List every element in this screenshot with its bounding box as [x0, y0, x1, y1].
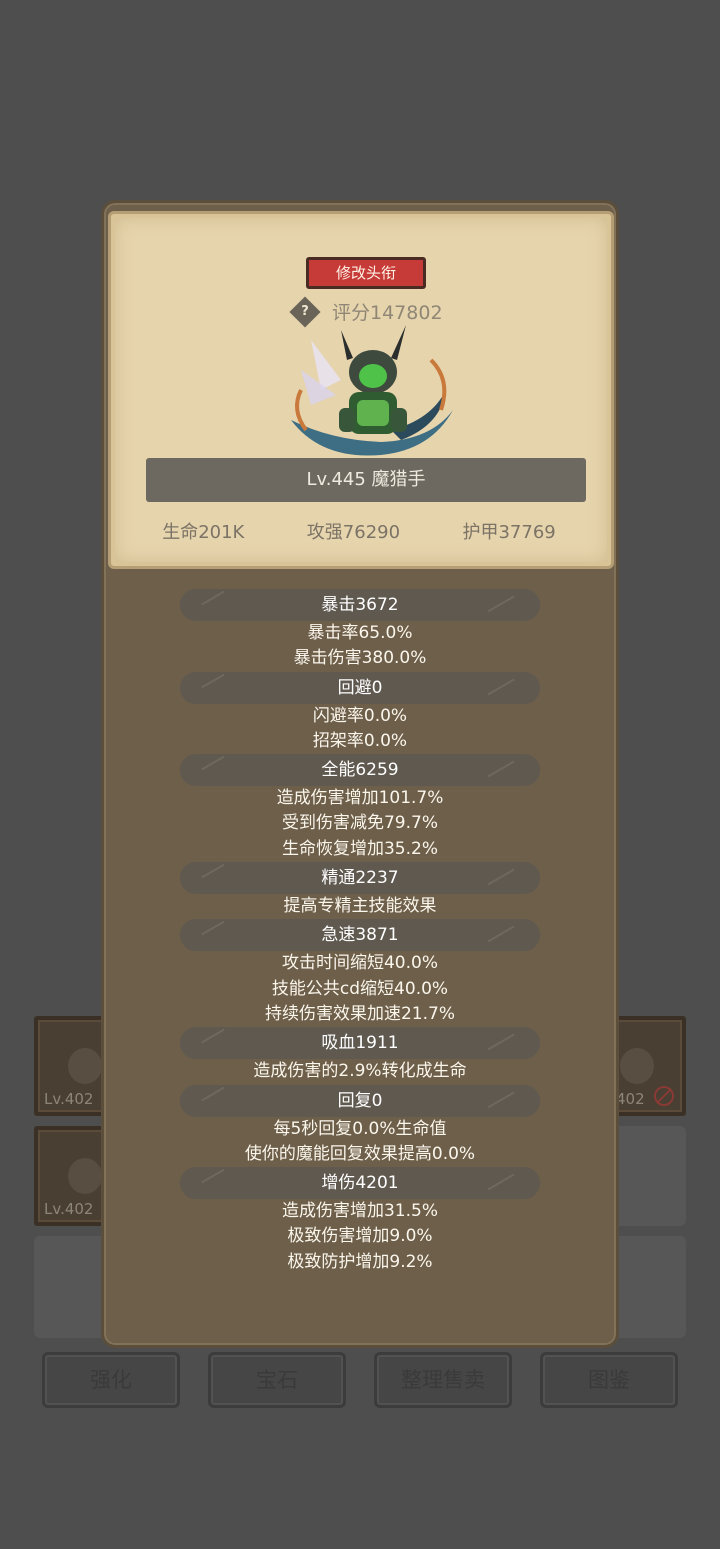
stat-line: 闪避率0.0%: [312, 705, 408, 726]
stat-group-header: 全能6259: [180, 754, 540, 787]
hero-stats-dialog: 修改头衔 ? 评分147802 Lv.445 魔猎手 生命201K 攻强7629…: [101, 200, 619, 1348]
sort-sell-button[interactable]: 整理售卖: [374, 1352, 512, 1408]
slot-level: 402: [616, 1090, 645, 1108]
enhance-button[interactable]: 强化: [42, 1352, 180, 1408]
stat-line: 极致防护增加9.2%: [287, 1251, 433, 1272]
stat-group-header: 吸血1911: [180, 1027, 540, 1060]
hero-card: 修改头衔 ? 评分147802 Lv.445 魔猎手 生命201K 攻强7629…: [108, 211, 614, 569]
stat-group-header: 急速3871: [180, 919, 540, 952]
stat-line: 使你的魔能回复效果提高0.0%: [244, 1143, 476, 1164]
stat-group-header: 回复0: [180, 1084, 540, 1117]
equipment-icon: [620, 1048, 654, 1084]
stat-line: 受到伤害减免79.7%: [281, 813, 438, 834]
change-title-button[interactable]: 修改头衔: [306, 257, 426, 289]
attack-stat: 攻强76290: [306, 522, 401, 543]
stat-line: 极致伤害增加9.0%: [287, 1226, 433, 1247]
stat-group-header: 精通2237: [180, 862, 540, 895]
stat-line: 暴击率65.0%: [307, 623, 413, 643]
stat-line: 提高专精主技能效果: [283, 896, 437, 917]
slot-level: Lv.402: [44, 1200, 94, 1218]
codex-button[interactable]: 图鉴: [540, 1352, 678, 1408]
stat-line: 攻击时间缩短40.0%: [281, 953, 438, 974]
stat-line: 技能公共cd缩短40.0%: [271, 978, 449, 999]
stat-line: 造成伤害的2.9%转化成生命: [253, 1061, 467, 1082]
gem-button[interactable]: 宝石: [208, 1352, 346, 1408]
stat-line: 造成伤害增加101.7%: [276, 788, 444, 809]
base-stats-row: 生命201K 攻强76290 护甲37769: [111, 518, 611, 544]
hero-name-bar: Lv.445 魔猎手: [146, 458, 586, 502]
stat-group-header: 增伤4201: [180, 1167, 540, 1200]
stat-group-header: 回避0: [180, 671, 540, 704]
stat-line: 持续伤害效果加速21.7%: [264, 1003, 455, 1024]
stat-line: 造成伤害增加31.5%: [281, 1201, 438, 1222]
life-stat: 生命201K: [162, 522, 245, 543]
stat-line: 暴击伤害380.0%: [293, 648, 427, 669]
equipment-icon: [68, 1158, 102, 1194]
equipment-icon: [68, 1048, 102, 1084]
hero-portrait: [291, 325, 453, 456]
armor-stat: 护甲37769: [462, 522, 556, 543]
stat-group-header: 暴击3672: [180, 589, 540, 621]
forbidden-icon: [654, 1086, 674, 1106]
stat-line: 每5秒回复0.0%生命值: [273, 1118, 447, 1139]
slot-level: Lv.402: [44, 1090, 94, 1108]
stats-list[interactable]: 暴击3672 暴击率65.0% 暴击伤害380.0% 回避0 闪避率0.0% 招…: [104, 589, 616, 1275]
stat-line: 招架率0.0%: [312, 730, 408, 751]
stat-line: 生命恢复增加35.2%: [281, 838, 438, 859]
